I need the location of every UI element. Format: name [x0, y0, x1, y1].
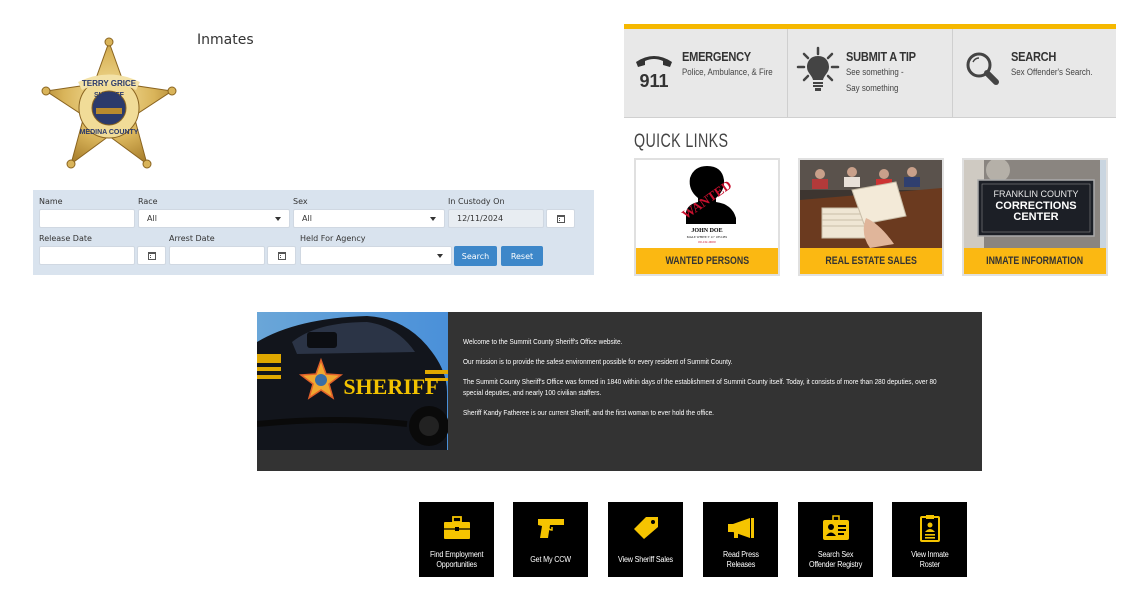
- emergency-title: EMERGENCY: [682, 49, 751, 64]
- clipboard-icon: [919, 515, 941, 542]
- emergency-subtitle: Police, Ambulance, & Fire: [682, 67, 773, 77]
- calendar-icon: [556, 214, 565, 223]
- view-inmate-roster-tile[interactable]: View Inmate Roster: [892, 502, 967, 577]
- wanted-case: 00-CR-0000: [698, 240, 716, 244]
- info-bar: 911 EMERGENCY Police, Ambulance, & Fire: [624, 24, 1116, 118]
- submit-tip-item[interactable]: SUBMIT A TIP See something - Say somethi…: [788, 29, 953, 117]
- sex-select-value: All: [302, 214, 312, 223]
- real-estate-sales-label: REAL ESTATE SALES: [800, 248, 942, 274]
- read-press-releases-tile[interactable]: Read Press Releases: [703, 502, 778, 577]
- view-inmate-roster-line1: View Inmate: [910, 550, 949, 559]
- inmate-information-label: INMATE INFORMATION: [964, 248, 1106, 274]
- race-label: Race: [138, 197, 158, 206]
- race-select[interactable]: All: [138, 209, 290, 228]
- in-custody-date-input[interactable]: 12/11/2024: [448, 209, 544, 228]
- wanted-desc: MALE WHITE 5' 11" 185 LBS: [687, 235, 728, 239]
- search-sex-offender-line2: Offender Registry: [808, 560, 863, 569]
- quick-link-real-estate-sales[interactable]: REAL ESTATE SALES: [798, 158, 944, 276]
- name-label: Name: [39, 197, 63, 206]
- corrections-center-photo: FRANKLIN COUNTY CORRECTIONS CENTER: [964, 160, 1106, 248]
- handgun-icon: [536, 515, 566, 541]
- get-ccw-tile[interactable]: Get My CCW: [513, 502, 588, 577]
- search-title: SEARCH: [1010, 49, 1056, 64]
- arrest-date-label: Arrest Date: [169, 234, 215, 243]
- lightbulb-icon: [796, 45, 840, 95]
- badge-middle-text: SHERIFF: [94, 92, 125, 99]
- real-estate-photo: [800, 160, 942, 248]
- chevron-down-icon: [275, 217, 281, 221]
- emergency-item[interactable]: 911 EMERGENCY Police, Ambulance, & Fire: [624, 29, 789, 117]
- mission-paragraph: Our mission is to provide the safest env…: [463, 357, 733, 366]
- chevron-down-icon: [430, 217, 436, 221]
- in-custody-label: In Custody On: [448, 197, 505, 206]
- phone-911-icon: 911: [632, 45, 676, 95]
- search-sex-offender-tile[interactable]: Search Sex Offender Registry: [798, 502, 873, 577]
- magnifier-icon: [961, 45, 1005, 95]
- view-sheriff-sales-label: View Sheriff Sales: [618, 555, 673, 564]
- quick-link-inmate-information[interactable]: FRANKLIN COUNTY CORRECTIONS CENTER INMAT…: [962, 158, 1108, 276]
- release-date-label: Release Date: [39, 234, 92, 243]
- wanted-name: JOHN DOE: [691, 228, 722, 234]
- search-subtitle: Sex Offender's Search.: [1010, 67, 1093, 77]
- page-title: Inmates: [197, 32, 254, 48]
- in-custody-calendar-button[interactable]: [546, 209, 575, 228]
- car-sheriff-text: SHERIFF: [343, 374, 438, 399]
- reset-button[interactable]: Reset: [501, 246, 543, 266]
- find-employment-tile[interactable]: Find Employment Opportunities: [419, 502, 494, 577]
- search-button[interactable]: Search: [454, 246, 497, 266]
- welcome-paragraph: Welcome to the Summit County Sheriff's O…: [463, 337, 623, 346]
- sign-line-3: CENTER: [1013, 211, 1058, 223]
- submit-tip-subtitle-2: Say something: [846, 83, 899, 93]
- submit-tip-title: SUBMIT A TIP: [846, 49, 917, 64]
- chevron-down-icon: [437, 254, 443, 258]
- inmate-search-form: Name Race All Sex All In Custody On 12/1…: [33, 190, 594, 275]
- submit-tip-subtitle-1: See something -: [846, 67, 905, 77]
- wanted-persons-label: WANTED PERSONS: [636, 248, 778, 274]
- wanted-poster-image: WANTED JOHN DOE MALE WHITE 5' 11" 185 LB…: [636, 160, 778, 248]
- sheriff-paragraph: Sheriff Kandy Fatheree is our current Sh…: [463, 408, 714, 417]
- arrest-date-input[interactable]: [169, 246, 265, 265]
- sex-label: Sex: [293, 197, 308, 206]
- held-for-agency-label: Held For Agency: [300, 234, 366, 243]
- welcome-text: Welcome to the Summit County Sheriff's O…: [463, 336, 945, 427]
- view-inmate-roster-line2: Roster: [919, 560, 940, 569]
- id-badge-icon: [822, 515, 850, 541]
- sex-select[interactable]: All: [293, 209, 445, 228]
- sign-line-1: FRANKLIN COUNTY: [993, 189, 1078, 199]
- icon-911-text: 911: [639, 71, 668, 90]
- badge-top-text: TERRY GRICE: [82, 79, 137, 88]
- find-employment-line2: Opportunities: [436, 560, 477, 569]
- read-press-line1: Read Press: [722, 550, 759, 559]
- history-paragraph: The Summit County Sheriff's Office was f…: [463, 377, 937, 397]
- held-for-agency-select[interactable]: [300, 246, 452, 265]
- get-ccw-label: Get My CCW: [530, 555, 571, 564]
- release-date-calendar-button[interactable]: [137, 246, 166, 265]
- read-press-line2: Releases: [726, 560, 755, 569]
- view-sheriff-sales-tile[interactable]: View Sheriff Sales: [608, 502, 683, 577]
- find-employment-line1: Find Employment: [429, 550, 484, 559]
- race-select-value: All: [147, 214, 157, 223]
- search-sex-offender-line1: Search Sex: [817, 550, 854, 559]
- quick-links-title: QUICK LINKS: [634, 131, 729, 152]
- quick-link-wanted-persons[interactable]: WANTED JOHN DOE MALE WHITE 5' 11" 185 LB…: [634, 158, 780, 276]
- search-offender-item[interactable]: SEARCH Sex Offender's Search.: [953, 29, 1116, 117]
- arrest-date-calendar-button[interactable]: [267, 246, 296, 265]
- megaphone-icon: [726, 515, 756, 541]
- calendar-icon: [147, 251, 156, 260]
- sheriff-badge-logo: TERRY GRICE SHERIFF MEDINA COUNTY: [36, 36, 182, 172]
- price-tag-icon: [632, 515, 660, 541]
- briefcase-icon: [443, 515, 471, 541]
- release-date-input[interactable]: [39, 246, 135, 265]
- calendar-icon: [277, 251, 286, 260]
- badge-bottom-text: MEDINA COUNTY: [80, 129, 139, 136]
- sheriff-car-photo: SHERIFF: [257, 312, 448, 450]
- welcome-panel: SHERIFF Welcome to the Summit County She…: [257, 312, 982, 471]
- name-input[interactable]: [39, 209, 135, 228]
